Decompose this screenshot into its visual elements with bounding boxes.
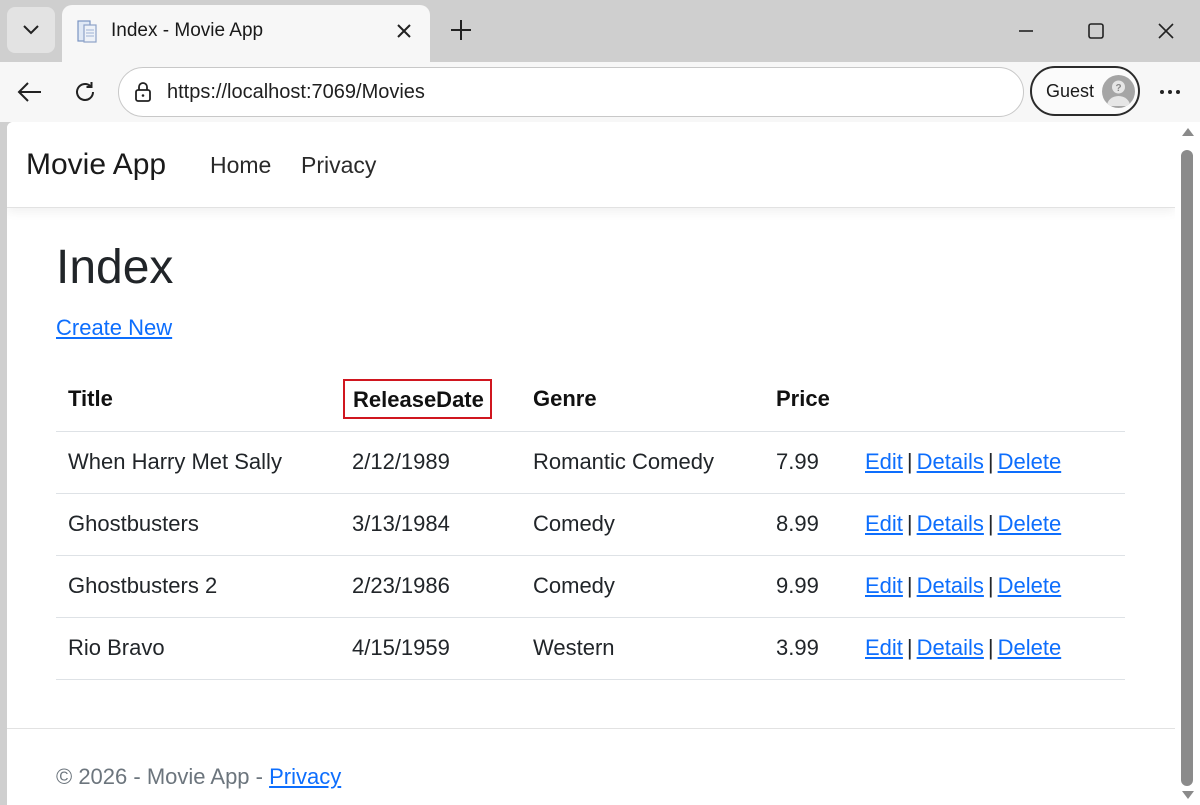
tab-list-button[interactable] <box>7 7 55 53</box>
new-tab-button[interactable] <box>444 13 478 47</box>
create-new-link[interactable]: Create New <box>56 315 172 341</box>
site-brand-link[interactable]: Movie App <box>26 148 166 182</box>
header-title[interactable]: Title <box>56 368 340 432</box>
table-header-row: Title ReleaseDate Genre Price <box>56 368 1125 432</box>
svg-text:?: ? <box>1115 83 1121 94</box>
cell-genre: Comedy <box>521 493 764 556</box>
scroll-down-arrow-icon[interactable] <box>1182 791 1194 799</box>
cell-actions: Edit | Details | Delete <box>853 617 1125 680</box>
table-row: When Harry Met Sally 2/12/1989 Romantic Co… <box>56 431 1125 494</box>
maximize-icon <box>1088 23 1104 39</box>
cell-actions: Edit | Details | Delete <box>853 555 1125 618</box>
cell-release-date: 2/23/1986 <box>340 555 521 618</box>
lock-icon <box>135 82 151 102</box>
profile-label: Guest <box>1046 81 1095 101</box>
cell-release-date: 3/13/1984 <box>340 493 521 556</box>
edit-link[interactable]: Edit <box>865 449 903 474</box>
cell-title: Ghostbusters <box>56 493 340 556</box>
cell-price: 3.99 <box>764 617 853 680</box>
cell-release-date: 2/12/1989 <box>340 431 521 494</box>
ellipsis-icon <box>1160 90 1180 94</box>
minimize-icon <box>1019 30 1033 32</box>
delete-link[interactable]: Delete <box>998 511 1062 536</box>
details-link[interactable]: Details <box>917 449 984 474</box>
table-row: Ghostbusters 2 2/23/1986 Comedy 9.99 Edit | De… <box>56 555 1125 618</box>
action-separator: | <box>906 511 913 536</box>
cell-title: When Harry Met Sally <box>56 431 340 494</box>
scroll-up-arrow-icon[interactable] <box>1182 128 1194 136</box>
plus-icon <box>451 20 471 40</box>
action-separator: | <box>906 635 913 660</box>
header-release-date[interactable]: ReleaseDate <box>340 368 521 432</box>
details-link[interactable]: Details <box>917 635 984 660</box>
close-icon <box>1158 23 1174 39</box>
header-genre[interactable]: Genre <box>521 368 764 432</box>
browser-toolbar: https://localhost:7069/Movies Guest ? <box>0 62 1200 122</box>
edit-link[interactable]: Edit <box>865 635 903 660</box>
profile-button[interactable]: Guest ? <box>1030 66 1140 116</box>
url-text: https://localhost:7069/Movies <box>167 81 425 103</box>
cell-price: 9.99 <box>764 555 853 618</box>
maximize-button[interactable] <box>1079 14 1113 48</box>
edit-link[interactable]: Edit <box>865 511 903 536</box>
nav-privacy-link[interactable]: Privacy <box>301 152 376 179</box>
delete-link[interactable]: Delete <box>998 449 1062 474</box>
refresh-icon <box>76 82 94 101</box>
delete-link[interactable]: Delete <box>998 635 1062 660</box>
table-row: Ghostbusters 3/13/1984 Comedy 8.99 Edit | Deta… <box>56 493 1125 556</box>
nav-home-link[interactable]: Home <box>210 152 271 179</box>
page-viewport: Movie App Home Privacy Index Create New … <box>7 122 1175 805</box>
delete-link[interactable]: Delete <box>998 573 1062 598</box>
close-icon <box>397 24 411 38</box>
site-footer: © 2026 - Movie App - Privacy <box>7 728 1175 805</box>
details-link[interactable]: Details <box>917 573 984 598</box>
action-separator: | <box>987 635 994 660</box>
back-button[interactable] <box>12 74 48 110</box>
footer-copyright: © 2026 - Movie App - <box>56 764 270 789</box>
more-options-button[interactable] <box>1152 74 1188 110</box>
address-bar[interactable]: https://localhost:7069/Movies <box>118 67 1024 117</box>
cell-title: Rio Bravo <box>56 617 340 680</box>
action-separator: | <box>906 449 913 474</box>
edit-link[interactable]: Edit <box>865 573 903 598</box>
cell-actions: Edit | Details | Delete <box>853 493 1125 556</box>
close-window-button[interactable] <box>1149 14 1183 48</box>
vertical-scrollbar[interactable] <box>1175 122 1200 805</box>
avatar: ? <box>1102 75 1135 108</box>
refresh-button[interactable] <box>67 74 103 110</box>
cell-release-date: 4/15/1959 <box>340 617 521 680</box>
scroll-thumb[interactable] <box>1181 150 1193 786</box>
browser-tab[interactable]: Index - Movie App <box>62 5 430 62</box>
footer-privacy-link[interactable]: Privacy <box>269 764 341 789</box>
action-separator: | <box>987 511 994 536</box>
cell-price: 8.99 <box>764 493 853 556</box>
cell-genre: Western <box>521 617 764 680</box>
site-navbar: Movie App Home Privacy <box>7 122 1175 208</box>
tab-bar: Index - Movie App <box>0 0 1200 62</box>
action-separator: | <box>987 449 994 474</box>
tab-title: Index - Movie App <box>111 20 264 41</box>
cell-genre: Romantic Comedy <box>521 431 764 494</box>
header-price[interactable]: Price <box>764 368 853 432</box>
action-separator: | <box>906 573 913 598</box>
minimize-button[interactable] <box>1009 14 1043 48</box>
chevron-down-icon <box>23 25 39 35</box>
page-title: Index <box>56 241 174 294</box>
page-icon <box>77 20 97 43</box>
cell-price: 7.99 <box>764 431 853 494</box>
arrow-left-icon <box>17 82 41 102</box>
header-actions <box>853 368 1125 432</box>
guest-avatar-icon: ? <box>1107 80 1130 106</box>
movies-table: Title ReleaseDate Genre Price When Harry… <box>56 368 1125 680</box>
details-link[interactable]: Details <box>917 511 984 536</box>
cell-genre: Comedy <box>521 555 764 618</box>
action-separator: | <box>987 573 994 598</box>
highlighted-header: ReleaseDate <box>343 379 492 420</box>
cell-actions: Edit | Details | Delete <box>853 431 1125 494</box>
close-tab-button[interactable] <box>392 19 416 43</box>
footer-text: © 2026 - Movie App - Privacy <box>56 764 341 790</box>
cell-title: Ghostbusters 2 <box>56 555 340 618</box>
table-row: Rio Bravo 4/15/1959 Western 3.99 Edit | Detail… <box>56 617 1125 680</box>
